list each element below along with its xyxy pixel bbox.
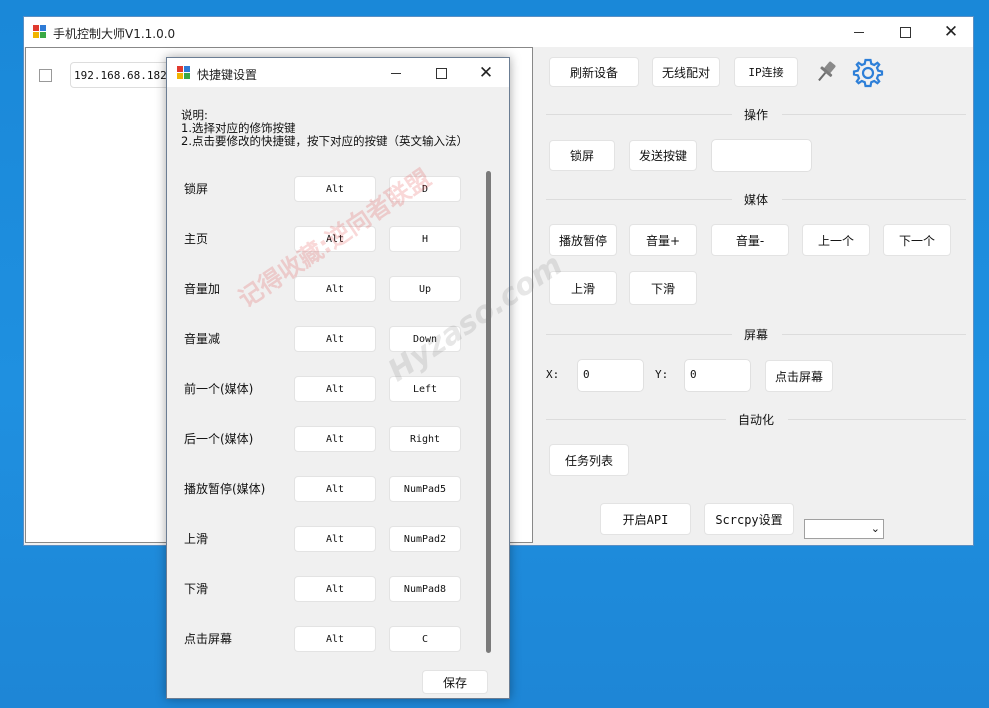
- maximize-button[interactable]: [882, 17, 928, 47]
- chevron-down-icon: ⌄: [870, 522, 880, 535]
- shortcut-label: 点击屏幕: [184, 632, 233, 646]
- section-operation: 操作: [546, 107, 966, 122]
- volume-up-button[interactable]: 音量+: [629, 224, 697, 256]
- shortcut-label: 音量减: [184, 332, 221, 346]
- section-screen: 屏幕: [546, 327, 966, 342]
- main-titlebar[interactable]: 手机控制大师V1.1.0.0 ✕: [24, 17, 973, 47]
- shortcut-label: 主页: [184, 232, 209, 246]
- shortcut-label: 后一个(媒体): [184, 432, 254, 446]
- shortcut-label: 下滑: [184, 582, 209, 596]
- app-icon: [33, 25, 47, 39]
- shortcut-key-button[interactable]: D: [389, 176, 461, 202]
- play-pause-button[interactable]: 播放暂停: [549, 224, 617, 256]
- dialog-scrollbar[interactable]: [481, 165, 497, 660]
- y-input[interactable]: 0: [684, 359, 751, 392]
- shortcut-key-button[interactable]: Right: [389, 426, 461, 452]
- shortcut-key-button[interactable]: Up: [389, 276, 461, 302]
- close-button[interactable]: ✕: [928, 17, 974, 47]
- shortcut-key-button[interactable]: NumPad2: [389, 526, 461, 552]
- send-key-input[interactable]: [711, 139, 812, 172]
- shortcut-key-button[interactable]: NumPad8: [389, 576, 461, 602]
- modifier-button[interactable]: Alt: [294, 426, 376, 452]
- ip-connect-button[interactable]: IP连接: [734, 57, 798, 87]
- shortcut-key-button[interactable]: NumPad5: [389, 476, 461, 502]
- instructions: 说明: 1.选择对应的修饰按键 2.点击要修改的快捷键，按下对应的按键（英文输入…: [181, 108, 468, 148]
- y-label: Y:: [655, 368, 669, 381]
- dialog-titlebar[interactable]: 快捷键设置 ✕: [167, 58, 509, 87]
- task-list-button[interactable]: 任务列表: [549, 444, 629, 476]
- scrcpy-settings-button[interactable]: Scrcpy设置: [704, 503, 794, 535]
- device-checkbox[interactable]: [39, 69, 52, 82]
- dialog-title: 快捷键设置: [197, 68, 258, 82]
- shortcut-key-button[interactable]: Left: [389, 376, 461, 402]
- shortcut-label: 音量加: [184, 282, 221, 296]
- volume-down-button[interactable]: 音量-: [711, 224, 789, 256]
- dialog-close-button[interactable]: ✕: [463, 58, 509, 88]
- shortcut-label: 锁屏: [184, 182, 209, 196]
- shortcut-dialog: 快捷键设置 ✕ 说明: 1.选择对应的修饰按键 2.点击要修改的快捷键，按下对应…: [166, 57, 510, 699]
- dialog-app-icon: [177, 66, 191, 80]
- shortcut-label: 播放暂停(媒体): [184, 482, 266, 496]
- lock-screen-button[interactable]: 锁屏: [549, 140, 615, 171]
- gear-icon[interactable]: [852, 57, 884, 89]
- shortcut-key-button[interactable]: Down: [389, 326, 461, 352]
- modifier-button[interactable]: Alt: [294, 626, 376, 652]
- modifier-button[interactable]: Alt: [294, 176, 376, 202]
- shortcut-key-button[interactable]: H: [389, 226, 461, 252]
- section-media: 媒体: [546, 192, 966, 207]
- open-api-button[interactable]: 开启API: [600, 503, 691, 535]
- scrollbar-thumb[interactable]: [486, 171, 491, 653]
- click-screen-button[interactable]: 点击屏幕: [765, 360, 833, 392]
- section-automation: 自动化: [546, 412, 966, 427]
- x-label: X:: [546, 368, 560, 381]
- swipe-down-button[interactable]: 下滑: [629, 271, 697, 305]
- modifier-button[interactable]: Alt: [294, 326, 376, 352]
- refresh-devices-button[interactable]: 刷新设备: [549, 57, 639, 87]
- dialog-maximize-button[interactable]: [418, 58, 464, 88]
- modifier-button[interactable]: Alt: [294, 276, 376, 302]
- dialog-minimize-button[interactable]: [373, 58, 419, 88]
- next-button[interactable]: 下一个: [883, 224, 951, 256]
- device-combo[interactable]: ⌄: [804, 519, 884, 539]
- modifier-button[interactable]: Alt: [294, 476, 376, 502]
- modifier-button[interactable]: Alt: [294, 576, 376, 602]
- wireless-pair-button[interactable]: 无线配对: [652, 57, 720, 87]
- pin-icon[interactable]: [811, 57, 841, 87]
- previous-button[interactable]: 上一个: [802, 224, 870, 256]
- send-key-button[interactable]: 发送按键: [629, 140, 697, 171]
- modifier-button[interactable]: Alt: [294, 376, 376, 402]
- swipe-up-button[interactable]: 上滑: [549, 271, 617, 305]
- modifier-button[interactable]: Alt: [294, 226, 376, 252]
- main-window-title: 手机控制大师V1.1.0.0: [53, 27, 176, 41]
- x-input[interactable]: 0: [577, 359, 644, 392]
- modifier-button[interactable]: Alt: [294, 526, 376, 552]
- shortcut-label: 前一个(媒体): [184, 382, 254, 396]
- shortcut-label: 上滑: [184, 532, 209, 546]
- minimize-button[interactable]: [836, 17, 882, 47]
- shortcut-key-button[interactable]: C: [389, 626, 461, 652]
- save-button[interactable]: 保存: [422, 670, 488, 694]
